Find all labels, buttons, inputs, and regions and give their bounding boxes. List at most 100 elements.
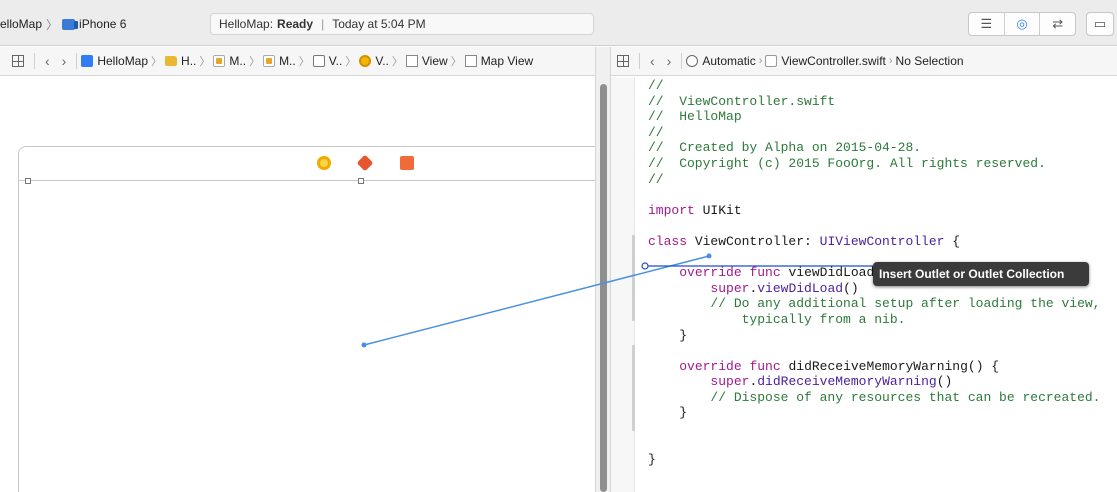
code-line[interactable]: override func didReceiveMemoryWarning() … <box>648 359 1100 375</box>
version-editor-icon: ⇄ <box>1052 16 1064 31</box>
resize-handle[interactable] <box>25 178 31 184</box>
back-button[interactable]: ‹ <box>650 53 655 69</box>
code-token: // Copyright (c) 2015 FooOrg. All rights… <box>648 155 1046 171</box>
breadcrumb-storyboard-file[interactable]: M.. 〉 <box>213 53 263 69</box>
activity-divider: | <box>321 17 325 31</box>
tooltip-text: Insert Outlet or Outlet Collection <box>879 267 1065 281</box>
editor-mode-segmented-control: ☰ ◎ ⇄ <box>968 12 1076 36</box>
version-editor-button[interactable]: ⇄ <box>1040 13 1075 35</box>
code-token: } <box>648 452 656 468</box>
view-icon <box>405 55 418 67</box>
code-line[interactable]: // HelloMap <box>648 109 1100 125</box>
scheme-separator-icon: 〉 <box>46 17 59 32</box>
code-token: override <box>679 358 742 374</box>
activity-app-label: HelloMap: <box>219 17 274 31</box>
jump-bar-divider <box>639 53 640 69</box>
breadcrumb-project[interactable]: HelloMap 〉 <box>81 53 165 69</box>
code-token: } <box>648 405 688 421</box>
interface-builder-canvas[interactable] <box>0 77 595 492</box>
breadcrumb-label: No Selection <box>895 54 964 68</box>
chevron-right-icon: 〉 <box>450 56 462 68</box>
related-items-icon[interactable] <box>12 55 24 67</box>
breadcrumb-label: HelloMap <box>97 54 149 68</box>
back-button[interactable]: ‹ <box>45 53 50 69</box>
code-line[interactable] <box>648 437 1100 453</box>
scheme-device-label[interactable]: iPhone 6 <box>79 17 126 31</box>
code-token: class <box>648 233 688 249</box>
code-token: UIViewController <box>819 233 945 249</box>
breadcrumb-swift-file[interactable]: ViewController.swift › <box>765 54 895 68</box>
breadcrumb-label: Map View <box>480 54 534 68</box>
automatic-icon <box>686 55 699 67</box>
breadcrumb-map-view[interactable]: Map View <box>464 54 534 68</box>
breadcrumb-automatic[interactable]: Automatic › <box>686 54 765 68</box>
breadcrumb-selection[interactable]: No Selection <box>896 54 964 68</box>
breadcrumb-group[interactable]: H.. 〉 <box>165 53 213 69</box>
first-responder-icon[interactable] <box>356 154 374 172</box>
chevron-right-icon: › <box>758 55 763 67</box>
code-line[interactable]: // Copyright (c) 2015 FooOrg. All rights… <box>648 156 1100 172</box>
editor-gutter <box>611 77 635 492</box>
editor-splitter[interactable] <box>595 47 611 492</box>
device-icon <box>62 18 79 30</box>
change-bar <box>632 345 635 431</box>
code-line[interactable] <box>648 421 1100 437</box>
code-token: () <box>936 374 953 390</box>
assistant-editor-button[interactable]: ◎ <box>1005 13 1041 35</box>
forward-button[interactable]: › <box>667 53 672 69</box>
map-view-icon <box>464 55 477 67</box>
resize-handle[interactable] <box>358 178 364 184</box>
scheme-selector[interactable]: elloMap 〉 iPhone 6 <box>0 14 126 34</box>
breadcrumb-label: M.. <box>229 54 247 68</box>
jump-bar-divider <box>681 53 683 69</box>
code-line[interactable]: // <box>648 78 1100 94</box>
code-line[interactable]: } <box>648 328 1100 344</box>
code-line[interactable]: // <box>648 125 1100 141</box>
code-line[interactable]: // <box>648 172 1100 188</box>
scene-dock <box>19 147 595 181</box>
exit-icon[interactable] <box>400 156 414 170</box>
code-line[interactable]: import UIKit <box>648 203 1100 219</box>
code-token: UIKit <box>694 202 742 218</box>
canvas-scrollbar[interactable] <box>600 84 607 492</box>
breadcrumb-label: ViewController.swift <box>781 54 886 68</box>
code-line[interactable]: // Do any additional setup after loading… <box>648 296 1100 312</box>
code-token: typically from a nib. <box>648 311 906 327</box>
breadcrumb-storyboard-base[interactable]: M.. 〉 <box>263 53 313 69</box>
view-controller-icon[interactable] <box>317 156 331 170</box>
code-line[interactable] <box>648 343 1100 359</box>
related-items-icon[interactable] <box>617 55 629 67</box>
code-line[interactable]: super.didReceiveMemoryWarning() <box>648 374 1100 390</box>
chevron-right-icon: 〉 <box>345 56 357 68</box>
navigator-toggle-button[interactable]: ▭ <box>1086 12 1114 36</box>
project-icon <box>81 55 94 67</box>
breadcrumb-scene[interactable]: V.. 〉 <box>312 53 360 69</box>
window-toolbar: elloMap 〉 iPhone 6 HelloMap: Ready | Tod… <box>0 0 1117 46</box>
change-bar <box>632 235 635 321</box>
code-line[interactable] <box>648 187 1100 203</box>
swift-file-icon <box>765 55 778 67</box>
code-line[interactable]: class ViewController: UIViewController { <box>648 234 1100 250</box>
chevron-right-icon: 〉 <box>298 56 310 68</box>
view-controller-scene[interactable] <box>18 146 595 492</box>
code-token: didReceiveMemoryWarning <box>757 374 937 390</box>
breadcrumb-view-controller[interactable]: V.. 〉 <box>359 53 406 69</box>
code-line[interactable]: // ViewController.swift <box>648 94 1100 110</box>
code-token: didReceiveMemoryWarning() { <box>780 358 1000 374</box>
chevron-right-icon: 〉 <box>391 56 403 68</box>
activity-viewer: HelloMap: Ready | Today at 5:04 PM <box>210 13 594 35</box>
code-line[interactable]: typically from a nib. <box>648 312 1100 328</box>
code-line[interactable]: // Created by Alpha on 2015-04-28. <box>648 140 1100 156</box>
code-line[interactable]: // Dispose of any resources that can be … <box>648 390 1100 406</box>
standard-editor-button[interactable]: ☰ <box>969 13 1005 35</box>
code-line[interactable]: } <box>648 405 1100 421</box>
breadcrumb-view[interactable]: View 〉 <box>405 53 465 69</box>
activity-status: Ready <box>277 17 314 31</box>
code-line[interactable] <box>648 218 1100 234</box>
code-line[interactable]: } <box>648 452 1100 468</box>
forward-button[interactable]: › <box>62 53 67 69</box>
scheme-app-label[interactable]: elloMap <box>0 17 42 31</box>
